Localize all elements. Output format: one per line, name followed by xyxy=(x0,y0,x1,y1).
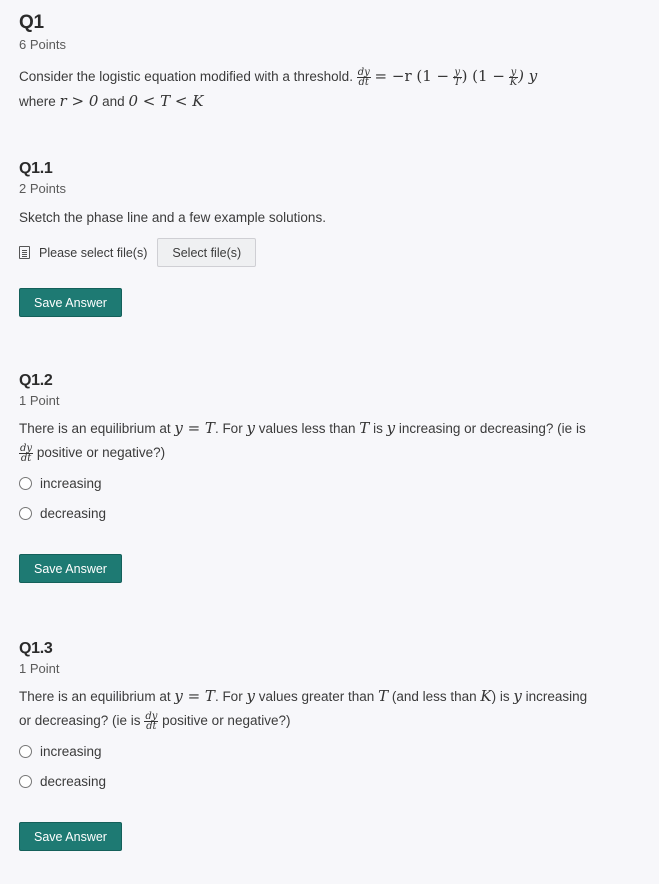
condition-T-K: 0 < T < K xyxy=(128,92,204,110)
question-q1-3: Q1.3 1 Point There is an equilibrium at … xyxy=(19,640,649,851)
question-q1-2: Q1.2 1 Point There is an equilibrium at … xyxy=(19,372,649,583)
question-prompt: Sketch the phase line and a few example … xyxy=(19,210,326,225)
prompt-text: Consider the logistic equation modified … xyxy=(19,69,353,84)
question-points: 1 Point xyxy=(19,393,60,408)
question-points: 2 Points xyxy=(19,181,66,196)
equation-part: ) y xyxy=(518,67,538,85)
radio-button[interactable] xyxy=(19,476,32,490)
radio-button[interactable] xyxy=(19,744,32,758)
derivative-fraction: dy dt xyxy=(19,442,34,464)
equation-part: = −r (1 − xyxy=(374,67,450,85)
file-upload-row: Please select file(s) Select file(s) xyxy=(19,238,649,267)
question-q1-1: Q1.1 2 Points Sketch the phase line and … xyxy=(19,160,649,317)
select-files-button[interactable]: Select file(s) xyxy=(157,238,257,267)
file-text-icon xyxy=(19,246,30,259)
radio-button[interactable] xyxy=(19,774,32,788)
derivative-fraction: dy dt xyxy=(144,710,159,732)
option-label[interactable]: decreasing xyxy=(40,506,106,521)
radio-button[interactable] xyxy=(19,506,32,520)
where-text: where xyxy=(19,94,56,109)
derivative-fraction: dy dt xyxy=(356,66,371,88)
question-points: 6 Points xyxy=(19,37,66,52)
save-answer-button[interactable]: Save Answer xyxy=(19,554,122,583)
question-prompt: There is an equilibrium at y = T. For y … xyxy=(19,419,586,464)
option-decreasing[interactable]: decreasing xyxy=(19,772,649,790)
question-points: 1 Point xyxy=(19,661,60,676)
option-increasing[interactable]: increasing xyxy=(19,742,649,760)
option-label[interactable]: increasing xyxy=(40,476,102,491)
option-increasing[interactable]: increasing xyxy=(19,474,649,492)
equation-part: ) (1 − xyxy=(461,67,505,85)
question-prompt: Consider the logistic equation modified … xyxy=(19,64,649,114)
option-decreasing[interactable]: decreasing xyxy=(19,504,649,522)
condition-r: r > 0 xyxy=(59,92,99,110)
file-upload-label: Please select file(s) xyxy=(39,245,148,260)
question-title: Q1.2 xyxy=(19,372,53,389)
save-answer-button[interactable]: Save Answer xyxy=(19,288,122,317)
option-label[interactable]: increasing xyxy=(40,744,102,759)
question-title: Q1 xyxy=(19,12,44,33)
save-answer-button[interactable]: Save Answer xyxy=(19,822,122,851)
fraction-y-over-K: yK xyxy=(508,66,519,88)
question-q1: Q1 6 Points Consider the logistic equati… xyxy=(19,12,649,114)
question-title: Q1.3 xyxy=(19,640,53,657)
option-label[interactable]: decreasing xyxy=(40,774,106,789)
fraction-y-over-T: yT xyxy=(452,66,462,88)
and-text: and xyxy=(102,94,125,109)
question-title: Q1.1 xyxy=(19,160,53,177)
question-prompt: There is an equilibrium at y = T. For y … xyxy=(19,687,588,732)
